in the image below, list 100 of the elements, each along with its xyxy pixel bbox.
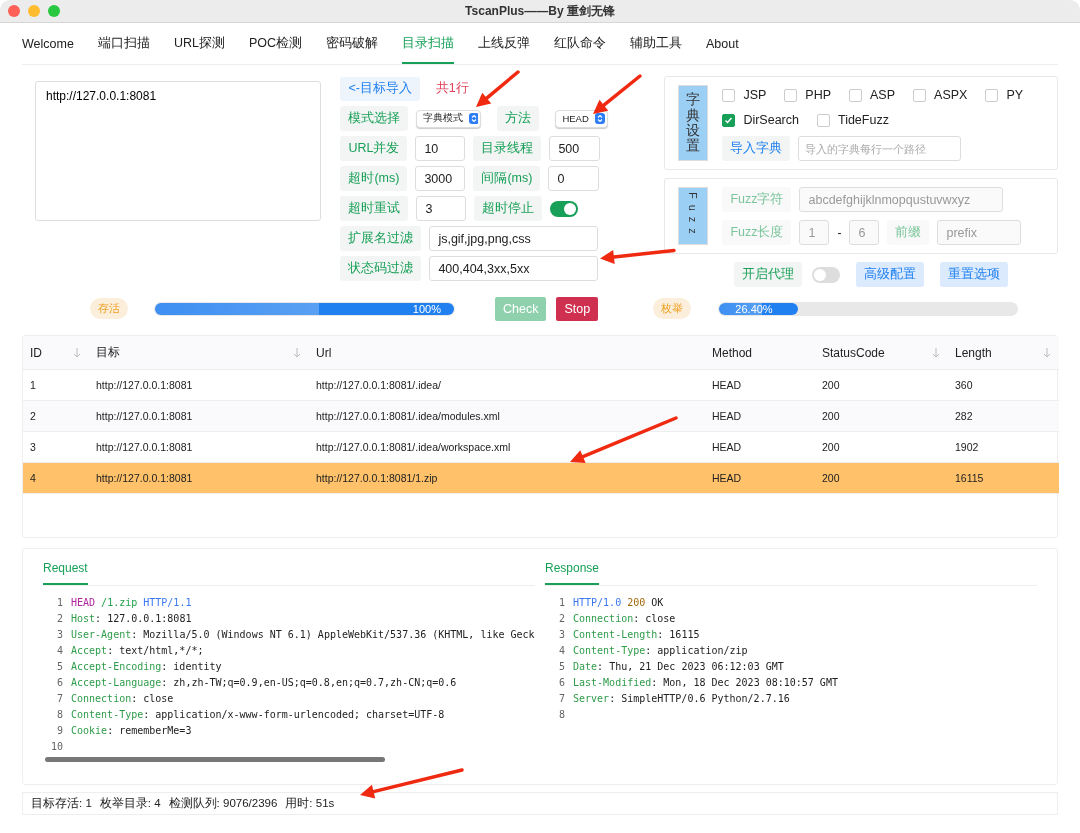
- line-number: 5: [55, 660, 63, 674]
- chevron-icon: [594, 113, 605, 124]
- checkbox[interactable]: DirSearch: [722, 113, 799, 127]
- status-tag: 枚举: [653, 298, 692, 319]
- tab[interactable]: POC检测: [248, 23, 302, 64]
- line-number: 2: [557, 612, 565, 626]
- line-number: 8: [55, 708, 63, 722]
- code-line: Content-Type: application/x-www-form-urlencoded; charset=UTF-8: [71, 709, 445, 720]
- section-label: Fuzz: [678, 187, 709, 245]
- sort-icon[interactable]: [1043, 348, 1051, 358]
- line-number: 10: [49, 740, 63, 754]
- code-line: Accept: text/html,*/*;: [71, 645, 204, 656]
- line-number: 6: [55, 676, 63, 690]
- field-label: URL并发: [340, 136, 408, 161]
- column-header[interactable]: Length: [948, 336, 1059, 370]
- checkbox[interactable]: ASPX: [913, 88, 968, 102]
- input-field[interactable]: 500: [549, 136, 601, 161]
- table-cell: http://127.0.0.1:8081: [89, 400, 309, 432]
- field-label: 超时重试: [340, 196, 409, 221]
- code-line: Server: SimpleHTTP/0.6 Python/2.7.16: [573, 693, 790, 704]
- table-cell: 1902: [948, 431, 1059, 463]
- maximize-icon[interactable]: [48, 5, 60, 17]
- dropdown[interactable]: 字典模式: [416, 109, 482, 128]
- chevron-icon: [469, 113, 479, 124]
- progress-reading: 26.40%: [735, 301, 773, 316]
- import-targets-button[interactable]: <-目标导入: [340, 76, 420, 101]
- checkbox[interactable]: TideFuzz: [816, 113, 889, 127]
- table-cell: http://127.0.0.1:8081/.idea/modules.xml: [309, 400, 705, 432]
- sort-icon[interactable]: [932, 348, 940, 358]
- scrollbar[interactable]: [45, 757, 385, 762]
- table-cell: HEAD: [705, 369, 815, 401]
- tab[interactable]: Welcome: [22, 23, 74, 64]
- sort-icon[interactable]: [293, 348, 301, 358]
- column-header[interactable]: 目标: [89, 336, 309, 370]
- code-line: User-Agent: Mozilla/5.0 (Windows NT 6.1) AppleWebKit/537.36 (KHTML, like Geck: [71, 629, 535, 640]
- column-header[interactable]: StatusCode: [815, 336, 948, 370]
- import-dictionary-button[interactable]: 导入字典: [722, 136, 791, 161]
- minimize-icon[interactable]: [28, 5, 40, 17]
- line-number: 2: [55, 612, 63, 626]
- tab[interactable]: 密码破解: [326, 23, 378, 64]
- line-number: 8: [557, 708, 565, 722]
- code-line: Accept-Language: zh,zh-TW;q=0.9,en-US;q=0.8,en;q=0.7,zh-CN;q=0.6: [71, 677, 457, 688]
- check-icon: [724, 115, 734, 125]
- code-line: Content-Length: 16115: [573, 629, 700, 640]
- table-cell: 1: [23, 369, 89, 401]
- toggle-switch[interactable]: [812, 266, 841, 283]
- input-field[interactable]: 3: [416, 196, 467, 221]
- progress-reading: 100%: [412, 301, 441, 316]
- tab[interactable]: About: [706, 23, 739, 64]
- input-field[interactable]: js,gif,jpg,png,css: [429, 226, 599, 251]
- stop-button[interactable]: Stop: [556, 296, 599, 321]
- checkbox[interactable]: PHP: [784, 88, 832, 102]
- toggle-switch[interactable]: [550, 200, 579, 217]
- code-line: HEAD /1.zip HTTP/1.1: [71, 597, 192, 608]
- checkbox[interactable]: JSP: [722, 88, 767, 102]
- table-cell: 200: [815, 369, 948, 401]
- column-header[interactable]: Url: [309, 336, 705, 370]
- table-cell: HEAD: [705, 431, 815, 463]
- table-cell: 3: [23, 431, 89, 463]
- path-field[interactable]: 导入的字典每行一个路径: [798, 136, 962, 161]
- column-header[interactable]: ID: [23, 336, 89, 370]
- dropdown[interactable]: HEAD: [555, 109, 608, 128]
- panel-tab[interactable]: Response: [545, 561, 600, 585]
- close-icon[interactable]: [8, 5, 20, 17]
- tab[interactable]: 目录扫描: [402, 23, 454, 64]
- tab[interactable]: 辅助工具: [630, 23, 682, 64]
- tab[interactable]: 红队命令: [554, 23, 606, 64]
- field-label: 间隔(ms): [473, 166, 541, 191]
- table-cell: HEAD: [705, 462, 815, 494]
- table-cell: http://127.0.0.1:8081/1.zip: [309, 462, 705, 494]
- code-line: HTTP/1.0 200 OK: [573, 597, 664, 608]
- status-tag: 存活: [90, 298, 128, 319]
- line-number: 9: [55, 724, 63, 738]
- column-header[interactable]: Method: [705, 336, 815, 370]
- input-field[interactable]: 10: [415, 136, 466, 161]
- table-cell: http://127.0.0.1:8081: [89, 369, 309, 401]
- field-label: Fuzz字符: [722, 187, 792, 212]
- section-label: 字典设置: [678, 85, 709, 161]
- checkbox[interactable]: ASP: [849, 88, 896, 102]
- table-cell: 200: [815, 400, 948, 432]
- input-field[interactable]: 3000: [415, 166, 466, 191]
- input-field[interactable]: 0: [548, 166, 600, 191]
- field-label: 目录线程: [473, 136, 542, 161]
- range-separator: -: [837, 225, 842, 240]
- table-cell: 16115: [948, 462, 1059, 494]
- code-line: Accept-Encoding: identity: [71, 661, 222, 672]
- line-number: 1: [55, 596, 63, 610]
- panel-tab[interactable]: Request: [43, 561, 88, 585]
- code-line: Last-Modified: Mon, 18 Dec 2023 08:10:57 GMT: [573, 677, 838, 688]
- input-field[interactable]: 400,404,3xx,5xx: [429, 256, 599, 281]
- tab[interactable]: 端口扫描: [97, 23, 150, 64]
- sort-icon[interactable]: [73, 348, 81, 358]
- code-line: Date: Thu, 21 Dec 2023 06:12:03 GMT: [573, 661, 784, 672]
- line-number: 3: [557, 628, 565, 642]
- window-title: TscanPlus——By 重剑无锋: [465, 3, 615, 18]
- tab[interactable]: 上线反弹: [478, 23, 530, 64]
- line-number: 7: [557, 692, 565, 706]
- tab[interactable]: URL探测: [173, 23, 225, 64]
- checkbox[interactable]: PY: [985, 88, 1024, 102]
- targets-field[interactable]: http://127.0.0.1:8081: [35, 81, 322, 221]
